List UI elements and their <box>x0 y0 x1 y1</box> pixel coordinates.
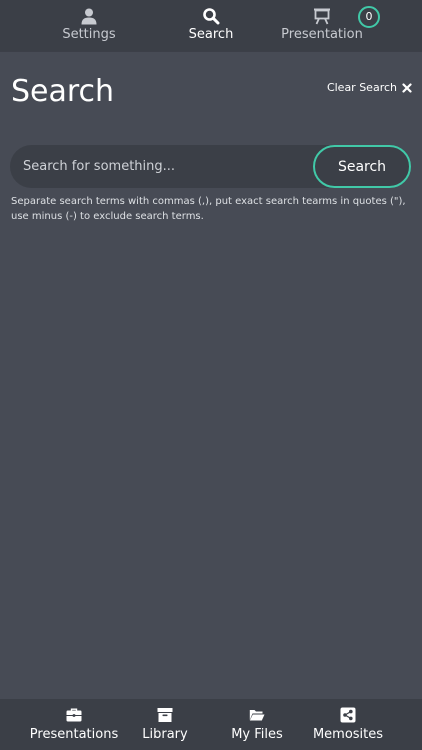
close-icon <box>402 82 412 93</box>
tab-my-files[interactable]: My Files <box>228 699 286 750</box>
search-button[interactable]: Search <box>313 145 411 188</box>
tab-presentations[interactable]: Presentations <box>30 699 118 750</box>
clear-search-label: Clear Search <box>326 81 397 94</box>
presentation-count-badge[interactable]: 0 <box>358 6 380 28</box>
share-icon <box>340 707 356 723</box>
search-bar: Search <box>10 145 411 188</box>
nav-item-label: Presentation <box>281 27 363 42</box>
clear-search-button[interactable]: Clear Search <box>327 81 412 94</box>
tab-label: Library <box>142 727 188 742</box>
archive-box-icon <box>157 708 173 722</box>
tab-label: Memosites <box>312 727 384 742</box>
tab-label: My Files <box>231 727 283 742</box>
nav-item-search[interactable]: Search <box>176 0 246 51</box>
tab-memosites[interactable]: Memosites <box>312 699 384 750</box>
briefcase-icon <box>66 708 82 722</box>
bottom-navigation: Presentations Library My Files Memosites <box>0 699 422 750</box>
folder-open-icon <box>249 710 265 721</box>
tab-label: Presentations <box>29 727 119 742</box>
nav-item-label: Settings <box>62 27 116 42</box>
page-title: Search <box>11 74 115 109</box>
top-navigation: Settings Search Presentation 0 <box>0 0 422 51</box>
presentation-board-icon <box>314 8 330 25</box>
search-icon <box>203 8 220 25</box>
user-icon <box>81 8 97 25</box>
search-help-text: Separate search terms with commas (,), p… <box>11 196 406 222</box>
tab-library[interactable]: Library <box>138 699 192 750</box>
search-input[interactable] <box>10 145 310 188</box>
nav-item-settings[interactable]: Settings <box>50 0 128 51</box>
nav-item-presentation[interactable]: Presentation <box>277 0 367 51</box>
nav-item-label: Search <box>188 27 234 42</box>
